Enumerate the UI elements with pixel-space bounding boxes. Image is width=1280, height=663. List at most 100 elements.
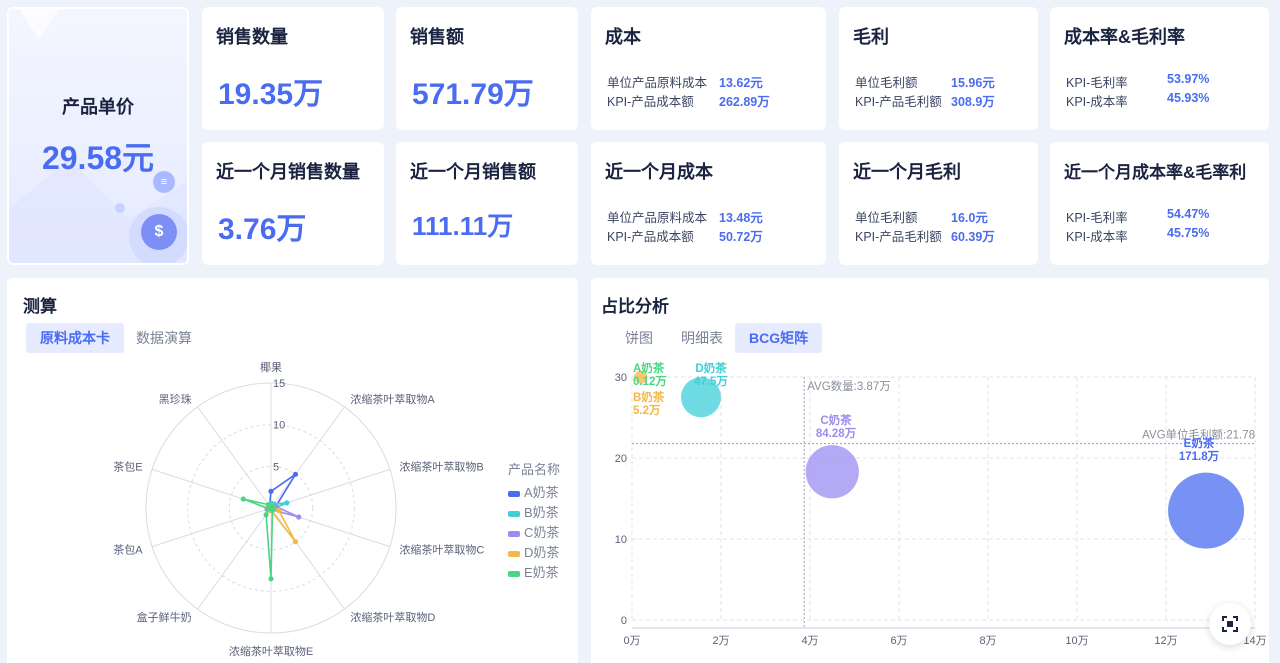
unit-price-card: 产品单价 29.58元 ≡ $ (7, 7, 189, 265)
monthly-sales-qty-card: 近一个月销售数量 3.76万 (202, 142, 384, 265)
legend-swatch (508, 490, 520, 497)
kv-key: KPI-产品毛利额 (855, 95, 942, 109)
card-value: 19.35万 (218, 78, 324, 111)
dollar-coin-icon: $ (141, 214, 177, 250)
bubble-value-label: 5.2万 (633, 404, 661, 417)
kv-value: 60.39万 (951, 230, 995, 244)
avg-qty-label: AVG数量:3.87万 (807, 379, 891, 393)
kv-row: KPI-成本率 45.75% (1066, 226, 1209, 245)
legend-item-d[interactable]: D奶茶 (508, 542, 559, 561)
kv-row: KPI-毛利率 53.97% (1066, 72, 1209, 91)
kv-key: KPI-毛利率 (1066, 76, 1128, 90)
kv-key: 单位毛利额 (855, 211, 918, 225)
tab-bcg-matrix[interactable]: BCG矩阵 (735, 323, 823, 353)
tab-material-cost-card[interactable]: 原料成本卡 (26, 323, 124, 353)
y-tick-label: 10 (615, 534, 627, 546)
calculation-panel: 测算 原料成本卡 数据演算 椰果 浓缩茶叶萃取物A 浓缩茶叶萃取物B 浓缩茶叶萃取物C… (7, 278, 578, 663)
y-tick-label: 0 (621, 615, 627, 627)
kv-row: KPI-产品成本额 262.89万 (607, 91, 770, 110)
kv-key: KPI-产品毛利额 (855, 230, 942, 244)
radar-indicator-label: 盒子鲜牛奶 (137, 610, 192, 624)
bubble-name-label: B奶茶 (633, 390, 665, 404)
legend-item-a[interactable]: A奶茶 (508, 482, 559, 501)
sales-qty-card: 销售数量 19.35万 (202, 7, 384, 130)
x-tick-label: 6万 (890, 635, 907, 647)
x-tick-label: 12万 (1154, 635, 1177, 647)
bcg-bubble-chart: 01020300万 2万 4万 6万 8万 10万 12万 14万AVG数量:3.87万AVG… (615, 361, 1267, 647)
legend-label: C奶茶 (524, 525, 560, 540)
kv-key: KPI-产品成本额 (607, 95, 694, 109)
card-title: 销售数量 (216, 27, 288, 47)
kv-value: 13.62元 (719, 76, 763, 90)
rate-card: 成本率&毛利率 KPI-毛利率 53.97% KPI-成本率 45.93% (1050, 7, 1269, 130)
radar-point (268, 488, 274, 494)
kv-value: 308.9万 (951, 95, 995, 109)
y-tick-label: 20 (615, 453, 627, 465)
card-title: 近一个月成本率&毛率利 (1064, 163, 1247, 182)
radar-indicator-label: 浓缩茶叶萃取物E (229, 644, 313, 658)
card-title: 近一个月销售额 (410, 162, 536, 182)
bubble-point (805, 445, 859, 499)
radar-point (284, 500, 290, 506)
legend-item-b[interactable]: B奶茶 (508, 502, 559, 521)
sales-amount-card: 销售额 571.79万 (396, 7, 578, 130)
sparkle-icon (115, 203, 125, 213)
card-value: 571.79万 (412, 78, 534, 111)
monthly-cost-card: 近一个月成本 单位产品原料成本 13.48元 KPI-产品成本额 50.72万 (591, 142, 826, 265)
panel-title: 占比分析 (601, 297, 669, 316)
tab-data-calculation[interactable]: 数据演算 (122, 323, 206, 353)
x-tick-label: 10万 (1065, 635, 1088, 647)
bubble-name-label: E奶茶 (1184, 436, 1215, 450)
radar-indicator-label: 椰果 (260, 360, 282, 374)
legend-swatch (508, 550, 520, 557)
legend-label: D奶茶 (524, 545, 560, 560)
monthly-sales-amount-card: 近一个月销售额 111.11万 (396, 142, 578, 265)
legend-item-e[interactable]: E奶茶 (508, 562, 559, 581)
radar-point (292, 539, 299, 545)
radar-indicator-label: 浓缩茶叶萃取物C (399, 543, 484, 557)
bubble-value-label: 171.8万 (1179, 450, 1220, 463)
legend-swatch (508, 570, 520, 577)
kv-row: 单位毛利额 15.96元 (855, 72, 995, 91)
fullscreen-icon (1222, 616, 1238, 632)
radar-point (268, 576, 274, 582)
radar-indicator-label: 黑珍珠 (159, 392, 192, 406)
legend-item-c[interactable]: C奶茶 (508, 522, 559, 541)
kv-key: KPI-产品成本额 (607, 230, 694, 244)
coin-small-icon: ≡ (153, 171, 175, 193)
bubble-value-label: 47.5万 (694, 375, 728, 388)
radar-axis (270, 507, 345, 610)
legend-label: E奶茶 (524, 565, 559, 580)
card-title: 近一个月成本 (605, 162, 713, 182)
radar-axis (197, 406, 272, 509)
radar-indicator-label: 浓缩茶叶萃取物B (399, 459, 483, 473)
radar-tick-label: 5 (273, 461, 279, 473)
x-tick-label: 8万 (979, 635, 996, 647)
fullscreen-button[interactable] (1209, 603, 1251, 645)
kv-row: KPI-毛利率 54.47% (1066, 207, 1209, 226)
kv-row: KPI-产品毛利额 60.39万 (855, 226, 995, 245)
x-tick-label: 14万 (1243, 635, 1266, 647)
cost-card: 成本 单位产品原料成本 13.62元 KPI-产品成本额 262.89万 (591, 7, 826, 130)
kv-key: KPI-成本率 (1066, 95, 1128, 109)
kv-row: KPI-产品成本额 50.72万 (607, 226, 763, 245)
radar-indicator-label: 浓缩茶叶萃取物A (350, 392, 435, 406)
kv-row: 单位毛利额 16.0元 (855, 207, 988, 226)
bubble-name-label: A奶茶 (633, 361, 665, 375)
bubble-point (1168, 472, 1245, 549)
card-title: 近一个月销售数量 (216, 162, 360, 182)
kv-value: 50.72万 (719, 230, 763, 244)
kv-key: KPI-成本率 (1066, 230, 1128, 244)
card-title: 成本 (605, 27, 641, 47)
y-tick-label: 30 (615, 372, 627, 384)
legend-swatch (508, 510, 520, 517)
gross-profit-card: 毛利 单位毛利额 15.96元 KPI-产品毛利额 308.9万 (839, 7, 1038, 130)
kv-key: 单位毛利额 (855, 76, 918, 90)
card-title: 毛利 (853, 27, 889, 47)
card-title: 销售额 (410, 27, 464, 47)
tab-detail-table[interactable]: 明细表 (667, 323, 737, 353)
tab-pie-chart[interactable]: 饼图 (611, 323, 667, 353)
radar-chart: 椰果浓缩茶叶萃取物A 浓缩茶叶萃取物B 浓缩茶叶萃取物C 浓缩茶叶萃取物D 浓缩茶叶萃取… (113, 360, 484, 658)
radar-indicator-label: 茶包E (113, 460, 142, 473)
radar-indicator-label: 茶包A (113, 544, 143, 557)
